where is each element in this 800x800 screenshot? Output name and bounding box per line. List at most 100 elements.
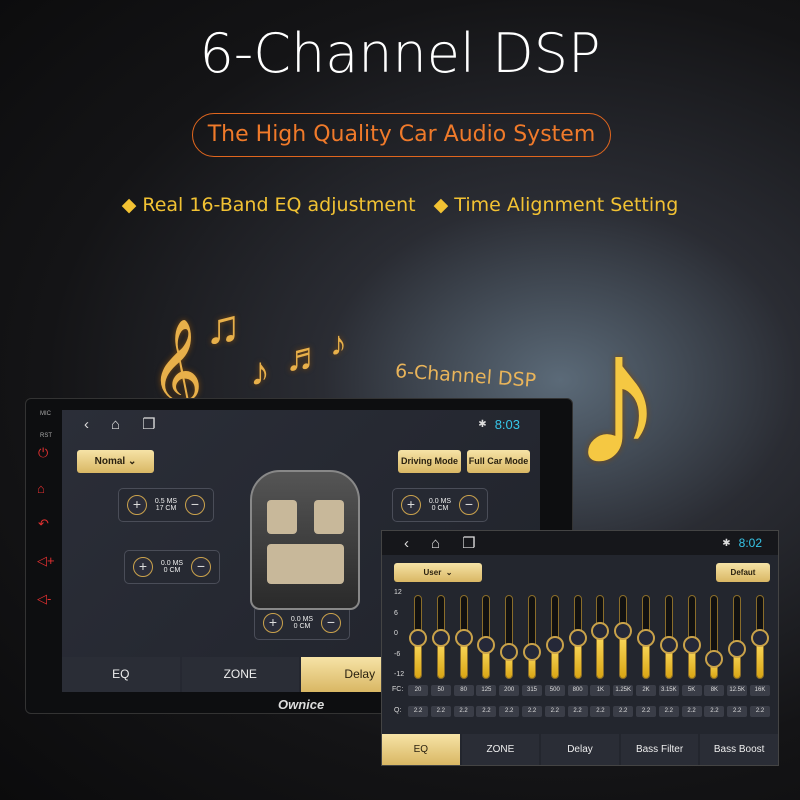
tab-bass-boost[interactable]: Bass Boost — [700, 734, 778, 765]
eq-slider-20[interactable] — [409, 595, 427, 679]
q-value[interactable]: 2.2 — [408, 706, 428, 717]
minus-button[interactable]: − — [191, 557, 211, 577]
home-icon[interactable]: ⌂ — [111, 416, 120, 433]
tab-zone[interactable]: ZONE — [461, 734, 540, 765]
slider-thumb[interactable] — [431, 629, 450, 647]
slider-thumb[interactable] — [500, 643, 519, 661]
back-icon[interactable]: ‹ — [404, 535, 409, 552]
q-value[interactable]: 2.2 — [453, 706, 474, 717]
subtitle-pill: The High Quality Car Audio System — [192, 113, 611, 157]
slider-thumb[interactable] — [705, 650, 724, 668]
q-value[interactable]: 2.2 — [704, 706, 725, 717]
curved-text: 6-Channel DSP — [394, 360, 537, 392]
slider-thumb[interactable] — [523, 643, 541, 661]
q-value[interactable]: 2.2 — [499, 706, 520, 717]
eq-slider-16K[interactable] — [751, 595, 769, 679]
recent-apps-icon[interactable]: ❐ — [142, 415, 155, 433]
eq-slider-315[interactable] — [523, 595, 541, 679]
delay-cm: 0 CM — [431, 505, 449, 512]
eq-slider-800[interactable] — [568, 595, 587, 679]
delay-channel-front-left: +0.5 MS 17 CM − — [118, 488, 214, 522]
q-value[interactable]: 2.2 — [522, 706, 542, 717]
fc-value: 12.5K — [727, 685, 748, 696]
default-button[interactable]: Defaut — [716, 563, 770, 582]
slider-thumb[interactable] — [477, 636, 496, 654]
fc-value: 1.25K — [613, 685, 634, 696]
fc-value: 5K — [681, 685, 702, 696]
eq-slider-1.25K[interactable] — [614, 595, 633, 679]
slider-thumb[interactable] — [659, 636, 678, 654]
clock: 8:03 — [494, 416, 520, 432]
q-value[interactable]: 2.2 — [658, 706, 679, 717]
fc-value: 80 — [453, 685, 474, 696]
tab-bass-filter[interactable]: Bass Filter — [620, 734, 699, 765]
eq-tab-bar: EQ ZONE Delay Bass Filter Bass Boost — [382, 734, 780, 765]
delay-cm: 0 CM — [293, 623, 311, 630]
eq-preset-dropdown[interactable]: User ⌄ — [394, 563, 482, 582]
fc-label: FC: — [392, 686, 404, 693]
q-value[interactable]: 2.2 — [567, 706, 588, 717]
slider-thumb[interactable] — [545, 636, 564, 654]
plus-button[interactable]: + — [263, 613, 283, 633]
eq-slider-500[interactable] — [545, 595, 564, 679]
home-icon[interactable]: ⌂ — [37, 481, 45, 496]
plus-button[interactable]: + — [133, 557, 153, 577]
delay-channel-front-right: +0.0 MS 0 CM − — [392, 488, 488, 522]
q-value[interactable]: 2.2 — [590, 706, 611, 717]
q-value[interactable]: 2.2 — [636, 706, 656, 717]
back-icon[interactable]: ‹ — [84, 416, 89, 433]
slider-thumb[interactable] — [614, 622, 633, 640]
home-icon[interactable]: ⌂ — [431, 535, 440, 552]
back-icon[interactable]: ↶ — [38, 516, 49, 532]
fc-value: 800 — [567, 685, 588, 696]
eq-slider-5K[interactable] — [682, 595, 701, 679]
preset-dropdown[interactable]: Nomal ⌄ — [77, 450, 154, 473]
eq-slider-8K[interactable] — [705, 595, 724, 679]
eq-slider-80[interactable] — [454, 595, 473, 679]
eq-slider-125[interactable] — [477, 595, 496, 679]
tab-zone[interactable]: ZONE — [181, 657, 299, 692]
q-value[interactable]: 2.2 — [681, 706, 702, 717]
bluetooth-icon: ✱ — [478, 418, 487, 430]
tab-eq[interactable]: EQ — [62, 657, 180, 692]
slider-thumb[interactable] — [591, 622, 610, 640]
music-note-icon: ♪ — [330, 325, 347, 363]
eq-slider-2K[interactable] — [637, 595, 655, 679]
q-value[interactable]: 2.2 — [613, 706, 634, 717]
slider-thumb[interactable] — [682, 636, 701, 654]
q-value[interactable]: 2.2 — [750, 706, 770, 717]
q-value[interactable]: 2.2 — [727, 706, 748, 717]
eq-slider-50[interactable] — [431, 595, 450, 679]
slider-thumb[interactable] — [454, 629, 473, 647]
plus-button[interactable]: + — [401, 495, 421, 515]
slider-thumb[interactable] — [409, 629, 427, 647]
eq-slider-12.5K[interactable] — [728, 595, 747, 679]
slider-thumb[interactable] — [728, 639, 747, 658]
q-value[interactable]: 2.2 — [430, 706, 451, 717]
minus-button[interactable]: − — [321, 613, 341, 633]
fc-value: 2K — [636, 685, 656, 696]
volume-down-icon[interactable]: ◁- — [37, 591, 51, 607]
q-value[interactable]: 2.2 — [476, 706, 497, 717]
nav-bar: ‹ ⌂ ❐ ✱ 8:02 — [382, 531, 778, 555]
plus-button[interactable]: + — [127, 495, 147, 515]
eq-slider-3.15K[interactable] — [659, 595, 678, 679]
q-value[interactable]: 2.2 — [544, 706, 565, 717]
tab-delay[interactable]: Delay — [541, 734, 619, 765]
delay-ms: 0.0 MS — [428, 498, 452, 505]
volume-up-icon[interactable]: ◁+ — [37, 553, 55, 569]
eq-slider-200[interactable] — [500, 595, 519, 679]
recent-apps-icon[interactable]: ❐ — [462, 534, 475, 552]
fc-value: 20 — [408, 685, 428, 696]
minus-button[interactable]: − — [459, 495, 479, 515]
power-icon[interactable]: ⏻ — [38, 445, 48, 461]
preset-value: User — [423, 568, 442, 577]
eq-slider-1K[interactable] — [591, 595, 610, 679]
tab-eq[interactable]: EQ — [382, 734, 460, 765]
full-car-mode-button[interactable]: Full Car Mode — [467, 450, 530, 473]
slider-thumb[interactable] — [568, 629, 587, 647]
driving-mode-button[interactable]: Driving Mode — [398, 450, 461, 473]
slider-thumb[interactable] — [637, 629, 655, 647]
minus-button[interactable]: − — [185, 495, 205, 515]
slider-thumb[interactable] — [751, 629, 769, 647]
